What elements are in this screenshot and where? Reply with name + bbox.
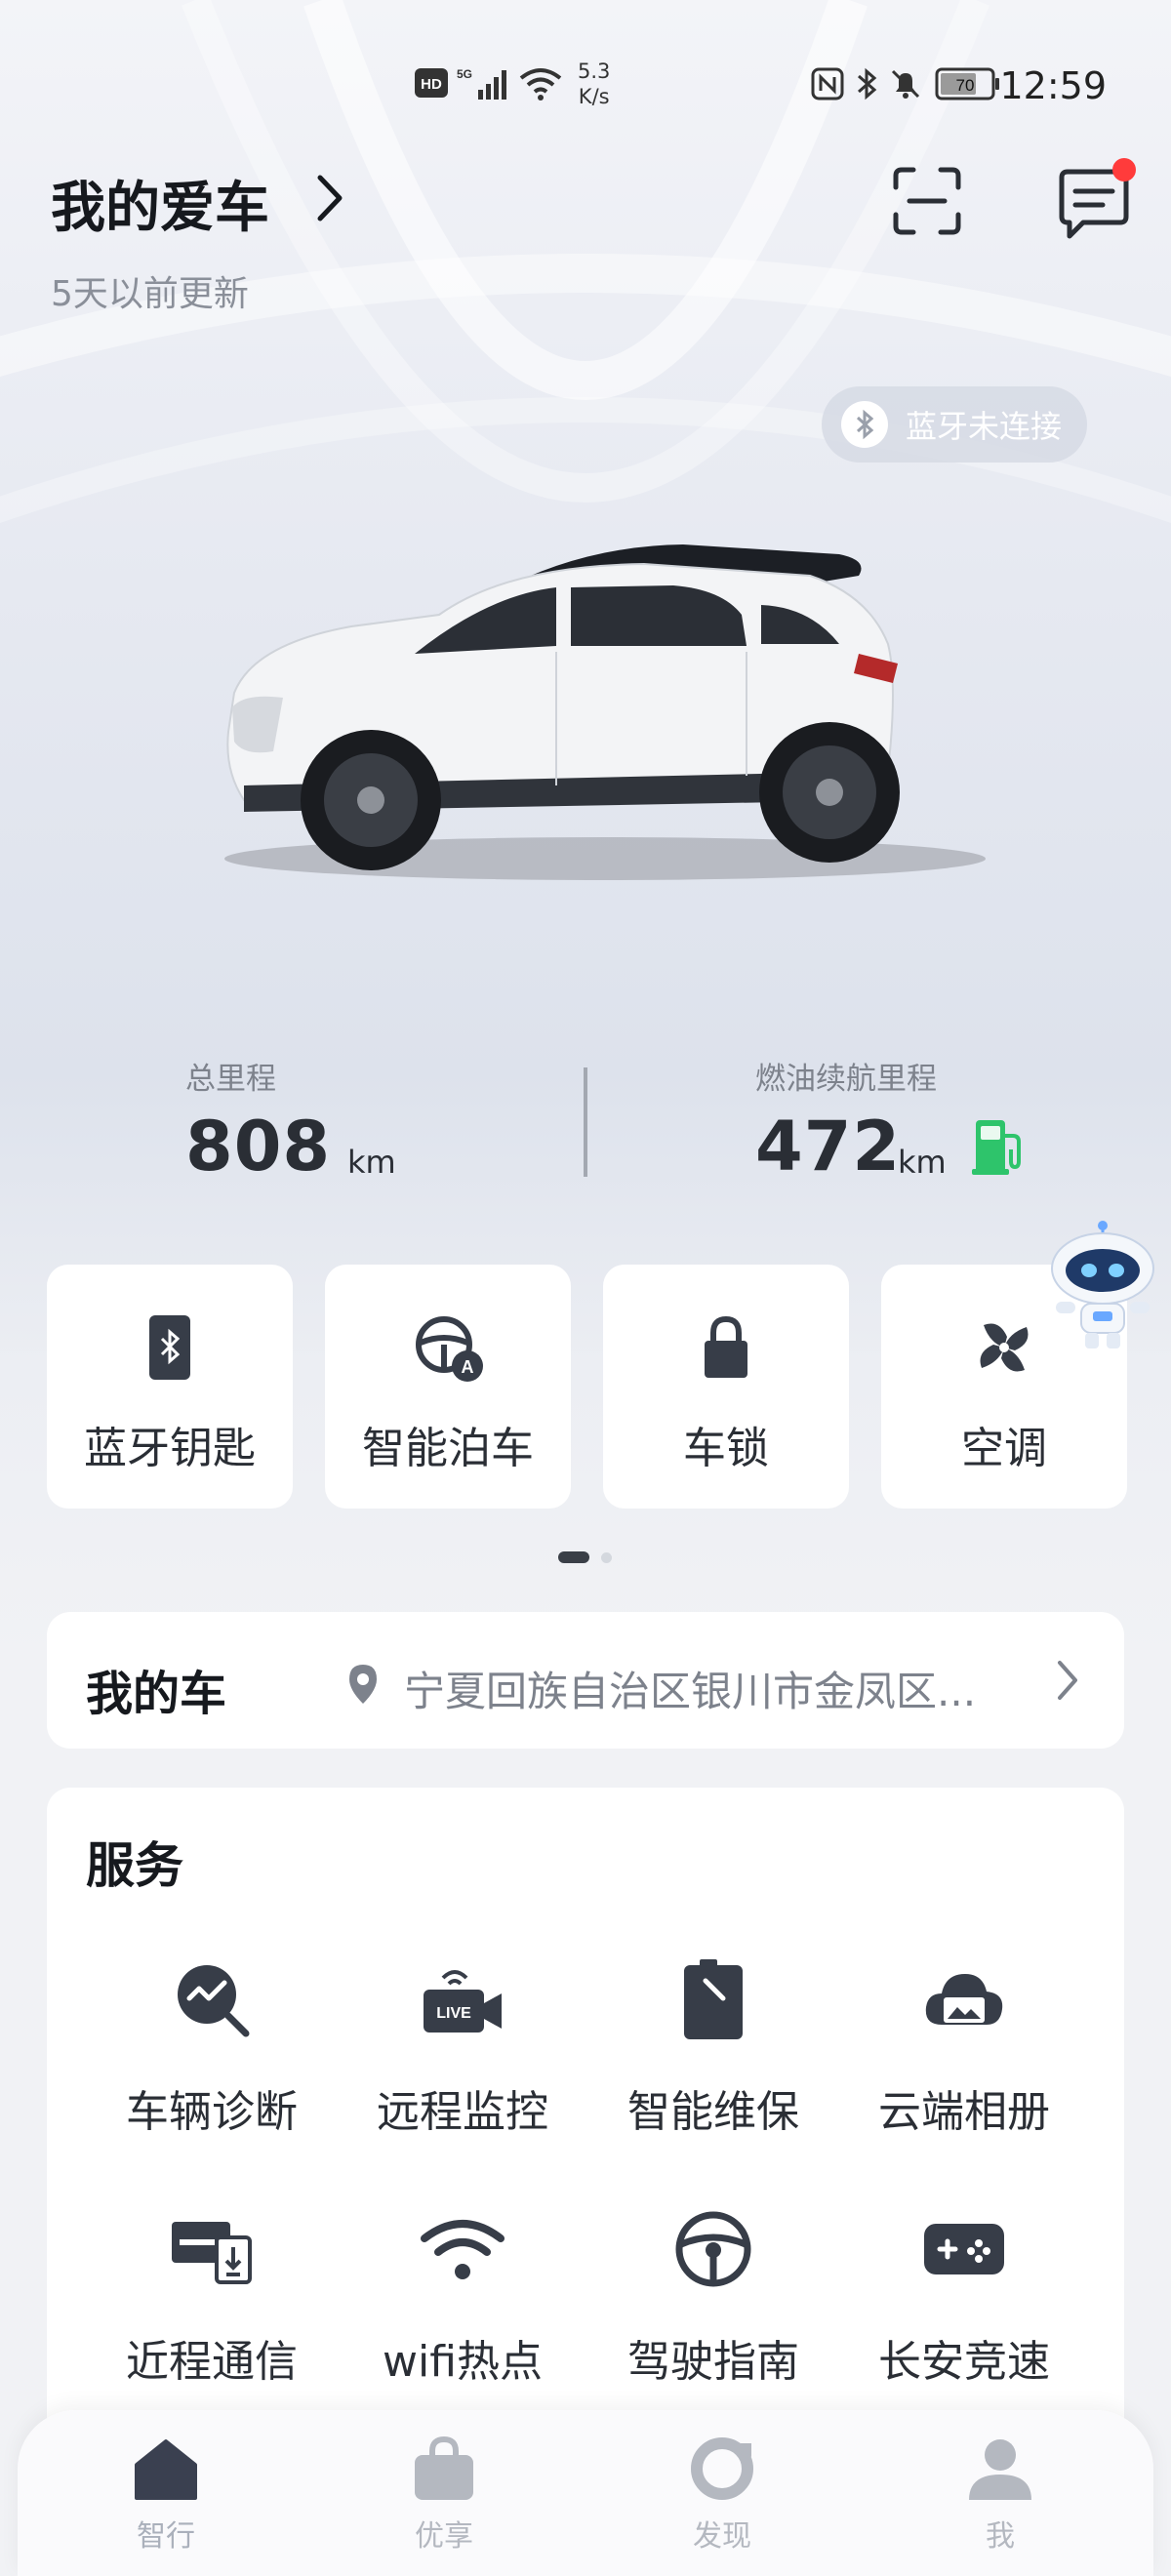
bluetooth-status-pill[interactable]: 蓝牙未连接 [822, 386, 1087, 463]
service-label: 车辆诊断 [126, 2087, 298, 2137]
service-remote-monitoring[interactable]: LIVE 远程监控 [337, 1955, 588, 2151]
scan-icon [893, 167, 961, 235]
tab-label: 发现 [693, 2519, 751, 2554]
service-driving-guide[interactable]: 驾驶指南 [587, 2205, 839, 2400]
stats-divider [584, 1067, 587, 1177]
status-bar: HD 5G 5.3 K/s 70 12:59 [0, 59, 1171, 117]
service-label: 长安竞速 [878, 2337, 1050, 2387]
quick-action-bluetooth-key[interactable]: 蓝牙钥匙 [47, 1265, 293, 1509]
notification-dot [1112, 158, 1136, 181]
net-speed: 5.3 K/s [578, 60, 611, 108]
scan-button[interactable] [888, 162, 966, 240]
tab-label: 我 [986, 2519, 1015, 2554]
quick-action-label: 空调 [961, 1424, 1047, 1473]
quick-action-label: 智能泊车 [362, 1424, 534, 1473]
pager-dot-active [558, 1551, 589, 1563]
live-camera-icon: LIVE [424, 1970, 502, 2033]
svg-text:5G: 5G [457, 67, 472, 81]
tab-me[interactable]: 我 [922, 2430, 1078, 2556]
car-image [224, 544, 986, 880]
tab-discover[interactable]: 发现 [644, 2430, 800, 2556]
tab-smart-drive[interactable]: 智行 [88, 2430, 244, 2556]
service-label: 近程通信 [126, 2337, 298, 2387]
my-car-address: 宁夏回族自治区银川市金凤区... [404, 1668, 977, 1715]
total-mileage-value: 808 [185, 1107, 332, 1187]
tab-benefits[interactable]: 优享 [366, 2430, 522, 2556]
quick-action-lock[interactable]: 车锁 [603, 1265, 849, 1509]
discover-icon [691, 2437, 753, 2500]
service-smart-maintenance[interactable]: 智能维保 [587, 1955, 839, 2151]
service-label: 驾驶指南 [627, 2337, 799, 2387]
page-title[interactable]: 我的爱车 [51, 164, 269, 243]
bluetooth-icon [841, 401, 888, 448]
battery-icon: 70 [935, 67, 999, 101]
svg-text:LIVE: LIVE [436, 2005, 471, 2022]
service-near-field[interactable]: 近程通信 [86, 2205, 338, 2400]
fuel-pump-icon [972, 1120, 1021, 1175]
my-car-card[interactable]: 我的车 宁夏回族自治区银川市金凤区... [47, 1612, 1124, 1749]
svg-text:HD: HD [421, 76, 442, 93]
svg-text:A: A [462, 1357, 474, 1377]
service-label: 智能维保 [627, 2087, 799, 2137]
fuel-range-unit: km [898, 1144, 947, 1181]
hd-icon: HD [415, 68, 448, 98]
services-card: 服务 车辆诊断 LIVE 远程监控 智能维保 云端相册 近程通信 wifi热点 … [47, 1788, 1124, 2510]
profile-icon [969, 2439, 1031, 2500]
gamepad-icon [924, 2224, 1004, 2274]
messages-button[interactable] [1050, 158, 1144, 246]
wifi-icon [421, 2220, 505, 2279]
quick-action-label: 车锁 [683, 1424, 769, 1473]
service-vehicle-diagnosis[interactable]: 车辆诊断 [86, 1955, 338, 2151]
chevron-right-icon [1058, 1661, 1077, 1700]
service-label: 远程监控 [377, 2087, 548, 2137]
near-field-icon [172, 2222, 252, 2284]
mute-bell-icon [891, 69, 920, 99]
svg-text:70: 70 [956, 76, 975, 95]
cloud-album-icon [925, 1974, 1003, 2025]
nfc-icon [811, 67, 844, 101]
service-cloud-album[interactable]: 云端相册 [838, 1955, 1090, 2151]
status-time: 12:59 [999, 64, 1107, 107]
home-icon [135, 2439, 197, 2500]
pager-dot [601, 1552, 612, 1563]
auto-park-icon: A [416, 1316, 483, 1382]
diagnosis-icon [178, 1965, 250, 2037]
tab-label: 智行 [137, 2519, 195, 2554]
total-mileage-unit: km [347, 1144, 396, 1181]
my-car-title: 我的车 [86, 1667, 227, 1721]
services-title: 服务 [86, 1837, 183, 1894]
robot-assistant-icon[interactable] [1044, 1220, 1161, 1352]
location-pin-icon [349, 1665, 377, 1704]
fuel-range-label: 燃油续航里程 [755, 1062, 937, 1097]
service-label: 云端相册 [878, 2087, 1050, 2137]
quick-action-auto-park[interactable]: A 智能泊车 [325, 1265, 571, 1509]
quick-action-label: 蓝牙钥匙 [84, 1424, 256, 1473]
bottom-tab-bar: 智行 优享 发现 我 [18, 2410, 1153, 2576]
bluetooth-status-icon [858, 67, 877, 101]
fuel-range-value: 472 [755, 1107, 902, 1187]
bluetooth-key-icon [149, 1315, 190, 1380]
wifi-status-icon [519, 68, 562, 101]
service-wifi-hotspot[interactable]: wifi热点 [337, 2205, 588, 2400]
tab-label: 优享 [415, 2519, 473, 2554]
bag-icon [415, 2435, 473, 2500]
service-changan-racing[interactable]: 长安竞速 [838, 2205, 1090, 2400]
total-mileage-label: 总里程 [185, 1062, 276, 1097]
chevron-right-icon[interactable] [310, 172, 349, 224]
fan-icon [980, 1323, 1029, 1372]
cellular-signal-icon: 5G [457, 67, 506, 100]
bluetooth-status-label: 蓝牙未连接 [906, 408, 1063, 445]
lock-icon [705, 1315, 747, 1378]
maintenance-icon [684, 1959, 743, 2039]
steering-wheel-icon [675, 2211, 751, 2287]
update-time: 5天以前更新 [51, 274, 249, 314]
service-label: wifi热点 [383, 2337, 543, 2387]
